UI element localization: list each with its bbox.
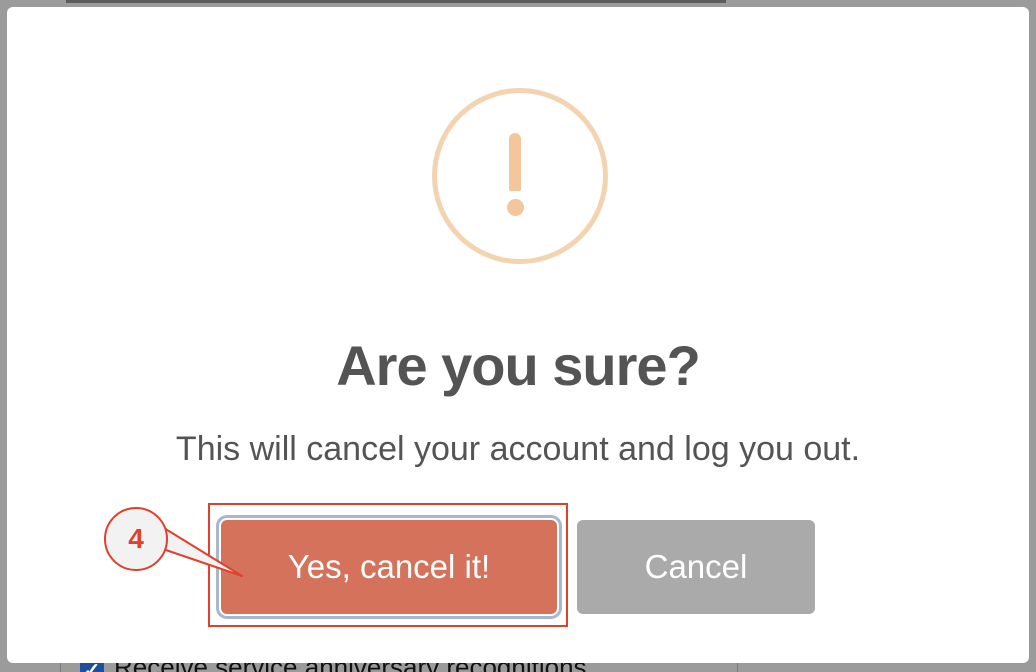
page: ✓ Receive service anniversary recognitio… [0,0,1036,672]
dialog-message: This will cancel your account and log yo… [175,430,861,468]
background-divider [66,0,726,3]
step-number-badge: 4 [104,507,168,571]
confirm-cancel-account-button[interactable]: Yes, cancel it! [221,520,557,614]
exclamation-bar [509,133,521,191]
dialog-title: Are you sure? [336,334,701,397]
cancel-button[interactable]: Cancel [577,520,815,614]
exclamation-dot [507,199,524,216]
